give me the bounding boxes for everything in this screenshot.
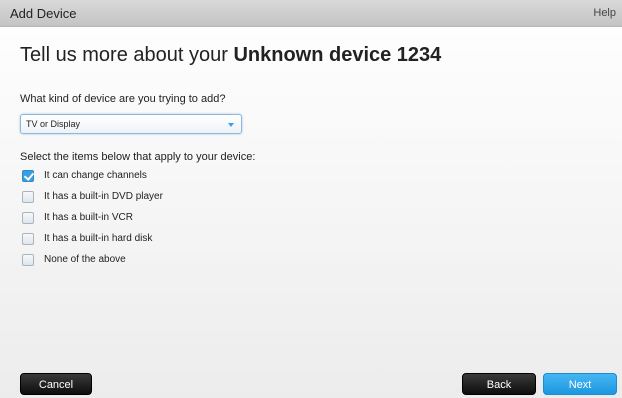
checkbox-checked[interactable]	[22, 170, 35, 182]
cancel-button[interactable]: Cancel	[20, 373, 92, 395]
option-change-channels[interactable]: It can change channels	[22, 168, 282, 189]
checkbox[interactable]	[22, 191, 34, 203]
option-label: It has a built-in VCR	[44, 212, 133, 223]
title-bar: Add Device Help	[0, 0, 622, 27]
option-vcr[interactable]: It has a built-in VCR	[22, 210, 282, 231]
page-title-prefix: Tell us more about your	[20, 44, 234, 66]
device-name: Unknown device 1234	[233, 44, 442, 66]
window-title: Add Device	[10, 6, 77, 21]
page-title: Tell us more about your Unknown device 1…	[20, 44, 441, 67]
option-label: It can change channels	[44, 170, 147, 181]
option-label: None of the above	[44, 254, 126, 265]
checkbox[interactable]	[22, 254, 34, 266]
option-label: It has a built-in hard disk	[44, 233, 153, 244]
chevron-down-icon	[228, 123, 234, 127]
device-type-dropdown[interactable]: TV or Display	[20, 114, 242, 134]
checkbox[interactable]	[22, 212, 34, 224]
option-dvd-player[interactable]: It has a built-in DVD player	[22, 189, 282, 210]
feature-options-list: It can change channels It has a built-in…	[22, 168, 282, 273]
help-link[interactable]: Help	[593, 7, 616, 19]
option-hard-disk[interactable]: It has a built-in hard disk	[22, 231, 282, 252]
checkmark-icon	[23, 170, 35, 181]
option-none[interactable]: None of the above	[22, 252, 282, 273]
device-type-selected-value: TV or Display	[26, 119, 81, 129]
device-type-question: What kind of device are you trying to ad…	[20, 93, 226, 105]
features-instruction: Select the items below that apply to you…	[20, 151, 256, 163]
option-label: It has a built-in DVD player	[44, 191, 163, 202]
checkbox[interactable]	[22, 233, 34, 245]
back-button[interactable]: Back	[462, 373, 536, 395]
next-button[interactable]: Next	[543, 373, 617, 395]
